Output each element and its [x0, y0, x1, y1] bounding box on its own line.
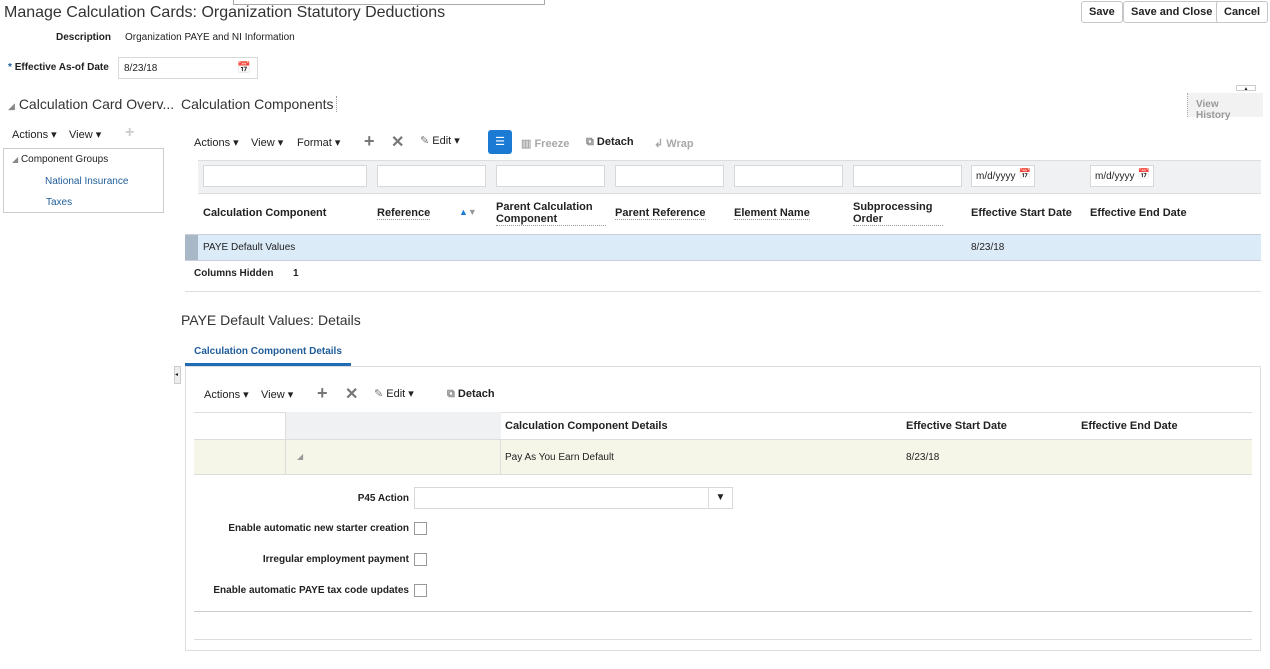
filter-calculation-component[interactable] [203, 165, 367, 187]
delete-icon[interactable]: ✕ [391, 132, 404, 152]
filter-reference[interactable] [377, 165, 486, 187]
col-details-end-date[interactable]: Effective End Date [1081, 420, 1178, 432]
col-reference[interactable]: Reference [377, 207, 431, 220]
delete-icon[interactable]: ✕ [345, 384, 358, 404]
expand-icon[interactable]: ◢ [297, 452, 303, 461]
filter-subprocessing-order[interactable] [853, 165, 962, 187]
save-and-close-button[interactable]: Save and Close [1123, 1, 1221, 23]
cell-component: PAYE Default Values [203, 242, 296, 253]
tree-root[interactable]: ◢ Component Groups [12, 154, 108, 165]
save-button[interactable]: Save [1081, 1, 1123, 23]
filter-effective-end-date[interactable]: m/d/yyyy 📅 [1090, 165, 1154, 187]
calendar-icon[interactable]: 📅 [1137, 169, 1150, 180]
edit-menu[interactable]: ✎ Edit ▾ [420, 134, 460, 147]
filter-element-name[interactable] [734, 165, 843, 187]
col-subprocessing-order[interactable]: Subprocessing Order [853, 201, 943, 226]
table-row[interactable]: ◢ Pay As You Earn Default 8/23/18 [194, 439, 1252, 475]
filter-parent-reference[interactable] [615, 165, 724, 187]
description-value: Organization PAYE and NI Information [125, 32, 295, 43]
page-title: Manage Calculation Cards: Organization S… [4, 4, 446, 21]
col-details-start-date[interactable]: Effective Start Date [906, 420, 1007, 432]
collapse-icon[interactable]: ▲ [1236, 85, 1256, 92]
table-row[interactable]: PAYE Default Values 8/23/18 [185, 234, 1261, 261]
description-label: Description [56, 32, 112, 43]
divider [185, 291, 1261, 292]
actions-menu[interactable]: Actions ▾ [194, 136, 239, 149]
details-view-menu[interactable]: View ▾ [261, 388, 293, 401]
new-starter-checkbox[interactable] [414, 522, 427, 535]
add-icon[interactable]: + [364, 131, 375, 152]
overview-view-menu[interactable]: View ▾ [69, 128, 101, 141]
col-parent-reference[interactable]: Parent Reference [615, 207, 706, 220]
col-element-name[interactable]: Element Name [734, 207, 810, 220]
details-actions-menu[interactable]: Actions ▾ [204, 388, 249, 401]
columns-hidden-label: Columns Hidden [194, 268, 274, 279]
format-menu[interactable]: Format ▾ [297, 136, 340, 149]
row-selector[interactable] [185, 235, 198, 260]
irregular-payment-checkbox[interactable] [414, 553, 427, 566]
col-effective-start-date[interactable]: Effective Start Date [971, 207, 1072, 219]
tree-item-national-insurance[interactable]: National Insurance [45, 176, 128, 187]
add-icon[interactable]: + [125, 124, 134, 142]
tax-code-updates-label: Enable automatic PAYE tax code updates [213, 585, 409, 596]
tree-item-taxes[interactable]: Taxes [46, 197, 72, 208]
details-edit-menu[interactable]: ✎ Edit ▾ [374, 387, 414, 400]
col-calculation-component[interactable]: Calculation Component [203, 207, 326, 219]
cancel-button[interactable]: Cancel [1216, 1, 1269, 23]
freeze-button: ▥ Freeze [521, 138, 570, 150]
details-detach-button[interactable]: ⧉ Detach [447, 388, 495, 401]
effective-date-input[interactable]: 8/23/18 📅 [118, 57, 258, 79]
sort-icon[interactable]: ▲▼ [459, 207, 477, 217]
calendar-icon[interactable]: 📅 [237, 61, 251, 74]
p45-action-select[interactable]: ▼ [414, 487, 733, 509]
overview-header[interactable]: ◢ Calculation Card Overv... [8, 96, 174, 112]
wrap-button: ↲ Wrap [654, 138, 694, 150]
effective-date-label: * Effective As-of Date [8, 62, 109, 73]
details-title: PAYE Default Values: Details [181, 312, 361, 328]
component-tree: ◢ Component Groups National Insurance Ta… [3, 148, 164, 213]
col-parent-calculation-component[interactable]: Parent Calculation Component [496, 201, 606, 226]
columns-hidden-count: 1 [293, 268, 299, 279]
cell-details-name: Pay As You Earn Default [505, 452, 614, 463]
splitter-handle[interactable]: ◂ [174, 366, 181, 384]
view-menu[interactable]: View ▾ [251, 136, 283, 149]
cell-start-date: 8/23/18 [971, 242, 1005, 253]
col-details[interactable]: Calculation Component Details [505, 420, 668, 432]
view-history-button[interactable]: View History [1187, 93, 1263, 121]
cell-details-start-date: 8/23/18 [906, 452, 940, 463]
irregular-payment-label: Irregular employment payment [262, 554, 409, 565]
tab-calculation-component-details[interactable]: Calculation Component Details [185, 346, 351, 366]
chevron-down-icon[interactable]: ▼ [708, 488, 732, 508]
filter-effective-start-date[interactable]: m/d/yyyy 📅 [971, 165, 1035, 187]
p45-action-label: P45 Action [357, 493, 409, 504]
components-title: Calculation Components [181, 96, 337, 112]
divider [194, 639, 1252, 640]
calendar-icon[interactable]: 📅 [1018, 169, 1031, 180]
col-effective-end-date[interactable]: Effective End Date [1090, 207, 1187, 219]
divider [194, 611, 1252, 612]
header-spacer [285, 412, 501, 439]
tax-code-updates-checkbox[interactable] [414, 584, 427, 597]
overview-actions-menu[interactable]: Actions ▾ [12, 128, 57, 141]
filter-parent-calculation-component[interactable] [496, 165, 605, 187]
new-starter-label: Enable automatic new starter creation [228, 523, 409, 534]
add-icon[interactable]: + [317, 383, 328, 404]
query-by-example-icon[interactable]: ☰ [488, 130, 512, 154]
detach-button[interactable]: ⧉ Detach [586, 136, 634, 149]
